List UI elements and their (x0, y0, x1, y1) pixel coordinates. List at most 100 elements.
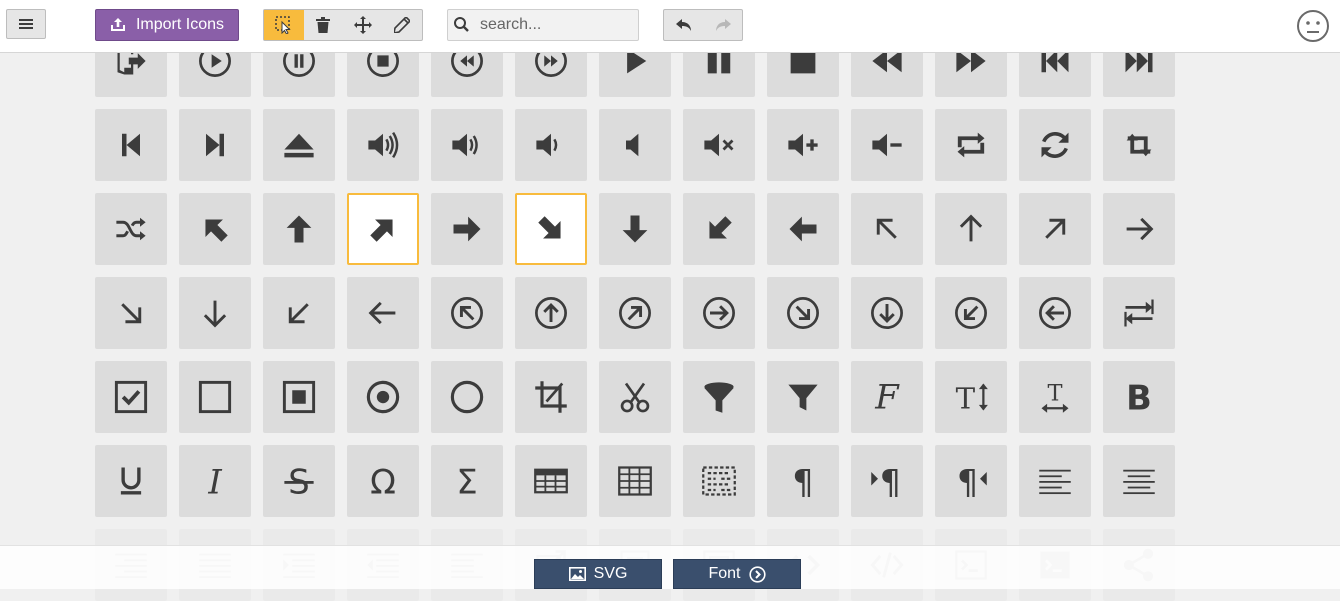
icon-tile[interactable] (1019, 445, 1091, 517)
icon-tile[interactable] (599, 277, 671, 349)
icon-tile[interactable] (95, 361, 167, 433)
icon-tile[interactable] (683, 445, 755, 517)
icon-tile[interactable] (515, 109, 587, 181)
arrow-right2-icon (1126, 217, 1154, 241)
icon-tile[interactable] (431, 361, 503, 433)
icon-tile[interactable]: S (263, 445, 335, 517)
undo-icon (675, 19, 691, 31)
sigma-icon: Σ (456, 463, 477, 499)
icon-tile[interactable] (179, 361, 251, 433)
icon-tile[interactable] (1103, 277, 1175, 349)
icon-tile[interactable]: ¶ (767, 445, 839, 517)
icon-tile[interactable]: Σ (431, 445, 503, 517)
icon-tile[interactable]: B (1103, 361, 1175, 433)
svg-text:Σ: Σ (456, 463, 477, 499)
trash-icon (316, 17, 331, 33)
scissors-icon (620, 382, 650, 413)
font-icon: F (874, 379, 900, 415)
icon-tile[interactable] (515, 277, 587, 349)
icon-tile[interactable] (1103, 193, 1175, 265)
circle-up-left-icon (451, 297, 483, 329)
icon-tile[interactable] (347, 109, 419, 181)
volume-decrease-icon (872, 133, 902, 157)
icon-tile[interactable] (263, 109, 335, 181)
icon-tile[interactable]: ¶ (851, 445, 923, 517)
menu-button[interactable] (6, 9, 46, 39)
icon-tile[interactable] (935, 193, 1007, 265)
icon-tile[interactable] (599, 445, 671, 517)
icon-tile[interactable] (179, 109, 251, 181)
icon-tile[interactable]: I (179, 445, 251, 517)
icon-tile[interactable] (1103, 109, 1175, 181)
icon-tile[interactable] (1019, 109, 1091, 181)
icon-tile[interactable] (767, 193, 839, 265)
icon-tile[interactable] (1103, 445, 1175, 517)
icon-tile[interactable] (683, 361, 755, 433)
delete-tool-button[interactable] (304, 10, 344, 40)
icon-tile[interactable] (1019, 277, 1091, 349)
move-tool-button[interactable] (343, 10, 383, 40)
icon-tile[interactable]: T (935, 361, 1007, 433)
icon-tile[interactable] (95, 445, 167, 517)
icon-tile[interactable] (851, 193, 923, 265)
icon-tile[interactable] (179, 193, 251, 265)
icon-tile[interactable] (767, 109, 839, 181)
icon-tile[interactable] (263, 277, 335, 349)
select-tool-button[interactable] (264, 10, 304, 40)
redo-button[interactable] (703, 10, 742, 40)
search-input[interactable] (476, 16, 630, 34)
import-icons-button[interactable]: Import Icons (95, 9, 239, 41)
icon-tile[interactable] (767, 277, 839, 349)
circle-right-icon (748, 565, 766, 583)
icon-tile[interactable] (431, 277, 503, 349)
icon-tile[interactable] (935, 109, 1007, 181)
arrow-left-icon (789, 216, 817, 242)
icon-tile[interactable] (263, 193, 335, 265)
icon-tile[interactable] (347, 193, 419, 265)
icon-tile[interactable] (767, 361, 839, 433)
icon-tile[interactable] (851, 109, 923, 181)
icon-tile[interactable] (263, 361, 335, 433)
icon-tile[interactable] (515, 445, 587, 517)
icon-tile[interactable] (1019, 193, 1091, 265)
icon-tile[interactable] (431, 193, 503, 265)
download-svg-button[interactable]: SVG (534, 559, 662, 589)
icon-tile[interactable] (599, 193, 671, 265)
loop-icon (957, 132, 985, 158)
icon-tile[interactable] (347, 361, 419, 433)
import-icons-label: Import Icons (135, 16, 225, 33)
icon-tile[interactable] (683, 109, 755, 181)
next-icon (206, 133, 224, 157)
icon-tile[interactable]: T (1019, 361, 1091, 433)
icon-tile[interactable] (683, 193, 755, 265)
arrow-down-right-icon (538, 216, 561, 239)
arrow-up2-icon (959, 214, 983, 242)
icon-tile[interactable]: Ω (347, 445, 419, 517)
arrow-up-icon (286, 215, 312, 243)
icon-tile[interactable] (515, 193, 587, 265)
icon-tile[interactable]: F (851, 361, 923, 433)
icon-tile[interactable] (179, 277, 251, 349)
icon-tile[interactable] (95, 109, 167, 181)
icon-tile[interactable] (935, 277, 1007, 349)
icon-tile[interactable] (599, 109, 671, 181)
shuffle-icon (116, 217, 146, 241)
icon-tile[interactable] (683, 277, 755, 349)
icon-tile[interactable] (431, 109, 503, 181)
icon-tile[interactable] (851, 277, 923, 349)
icon-tile[interactable]: ¶ (935, 445, 1007, 517)
arrow-up-left2-icon (876, 218, 897, 239)
download-font-button[interactable]: Font (673, 559, 801, 589)
icon-tile[interactable] (95, 193, 167, 265)
icon-tile[interactable] (599, 361, 671, 433)
edit-tool-button[interactable] (383, 10, 423, 40)
infinite-icon (1126, 133, 1152, 157)
icon-tile[interactable] (515, 361, 587, 433)
undo-button[interactable] (664, 10, 703, 40)
status-face[interactable] (1296, 9, 1330, 43)
circle-up-right-icon (619, 297, 651, 329)
volume-mute-icon (626, 133, 639, 157)
icon-tile[interactable] (95, 277, 167, 349)
arrow-down-left2-icon (288, 303, 309, 324)
icon-tile[interactable] (347, 277, 419, 349)
